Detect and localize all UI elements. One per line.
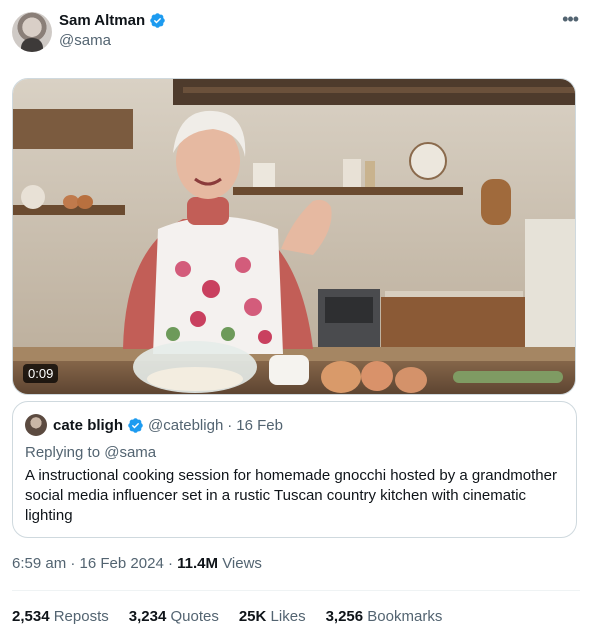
replying-to-handle[interactable]: @sama bbox=[104, 444, 156, 461]
verified-badge-icon bbox=[150, 13, 165, 28]
post-header: Sam Altman @sama ••• bbox=[12, 10, 580, 54]
meta-separator: · bbox=[167, 555, 173, 572]
video-duration: 0:09 bbox=[23, 364, 59, 383]
quoted-handle[interactable]: @catebligh bbox=[148, 417, 223, 434]
post-date[interactable]: 16 Feb 2024 bbox=[80, 555, 164, 572]
stat-quotes[interactable]: 3,234 Quotes bbox=[129, 608, 219, 625]
stat-number: 3,256 bbox=[325, 608, 364, 625]
stat-likes[interactable]: 25K Likes bbox=[239, 608, 306, 625]
quoted-display-name[interactable]: cate bligh bbox=[53, 417, 123, 434]
stat-label: Likes bbox=[270, 608, 306, 625]
replying-to-label: Replying to bbox=[25, 444, 101, 461]
quoted-date[interactable]: 16 Feb bbox=[236, 417, 283, 434]
post-time[interactable]: 6:59 am bbox=[12, 555, 66, 572]
stat-reposts[interactable]: 2,534 Reposts bbox=[12, 608, 109, 625]
stat-number: 3,234 bbox=[128, 608, 167, 625]
author-display-name[interactable]: Sam Altman bbox=[59, 12, 145, 29]
divider bbox=[12, 590, 580, 591]
stat-number: 25K bbox=[238, 608, 267, 625]
meta-separator: · bbox=[70, 555, 76, 572]
verified-badge-icon bbox=[128, 417, 143, 433]
views-count: 11.4M bbox=[177, 555, 219, 572]
stat-bookmarks[interactable]: 3,256 Bookmarks bbox=[326, 608, 443, 625]
stat-number: 2,534 bbox=[12, 608, 50, 625]
stat-label: Bookmarks bbox=[367, 608, 443, 625]
quoted-post-text: A instructional cooking session for home… bbox=[25, 467, 557, 524]
author-handle[interactable]: @sama bbox=[59, 32, 111, 49]
replying-to: Replying to @sama bbox=[25, 444, 156, 461]
ellipsis-icon[interactable]: ••• bbox=[562, 10, 579, 28]
quoted-post-header: cate bligh @catebligh · 16 Feb bbox=[25, 414, 283, 436]
quoted-separator: · bbox=[227, 416, 233, 434]
video-player[interactable]: 0:09 bbox=[12, 78, 576, 395]
quoted-post[interactable]: cate bligh @catebligh · 16 Feb Replying … bbox=[12, 401, 577, 538]
avatar[interactable] bbox=[12, 12, 52, 52]
stat-label: Reposts bbox=[53, 608, 109, 625]
views-label: Views bbox=[222, 555, 262, 572]
engagement-stats: 2,534 Reposts 3,234 Quotes 25K Likes 3,2… bbox=[12, 608, 442, 625]
post-meta: 6:59 am · 16 Feb 2024 · 11.4M Views bbox=[12, 555, 262, 572]
author-name-row: Sam Altman bbox=[59, 12, 166, 29]
stat-label: Quotes bbox=[170, 608, 219, 625]
video-thumbnail bbox=[13, 79, 575, 394]
quoted-avatar[interactable] bbox=[25, 414, 47, 436]
